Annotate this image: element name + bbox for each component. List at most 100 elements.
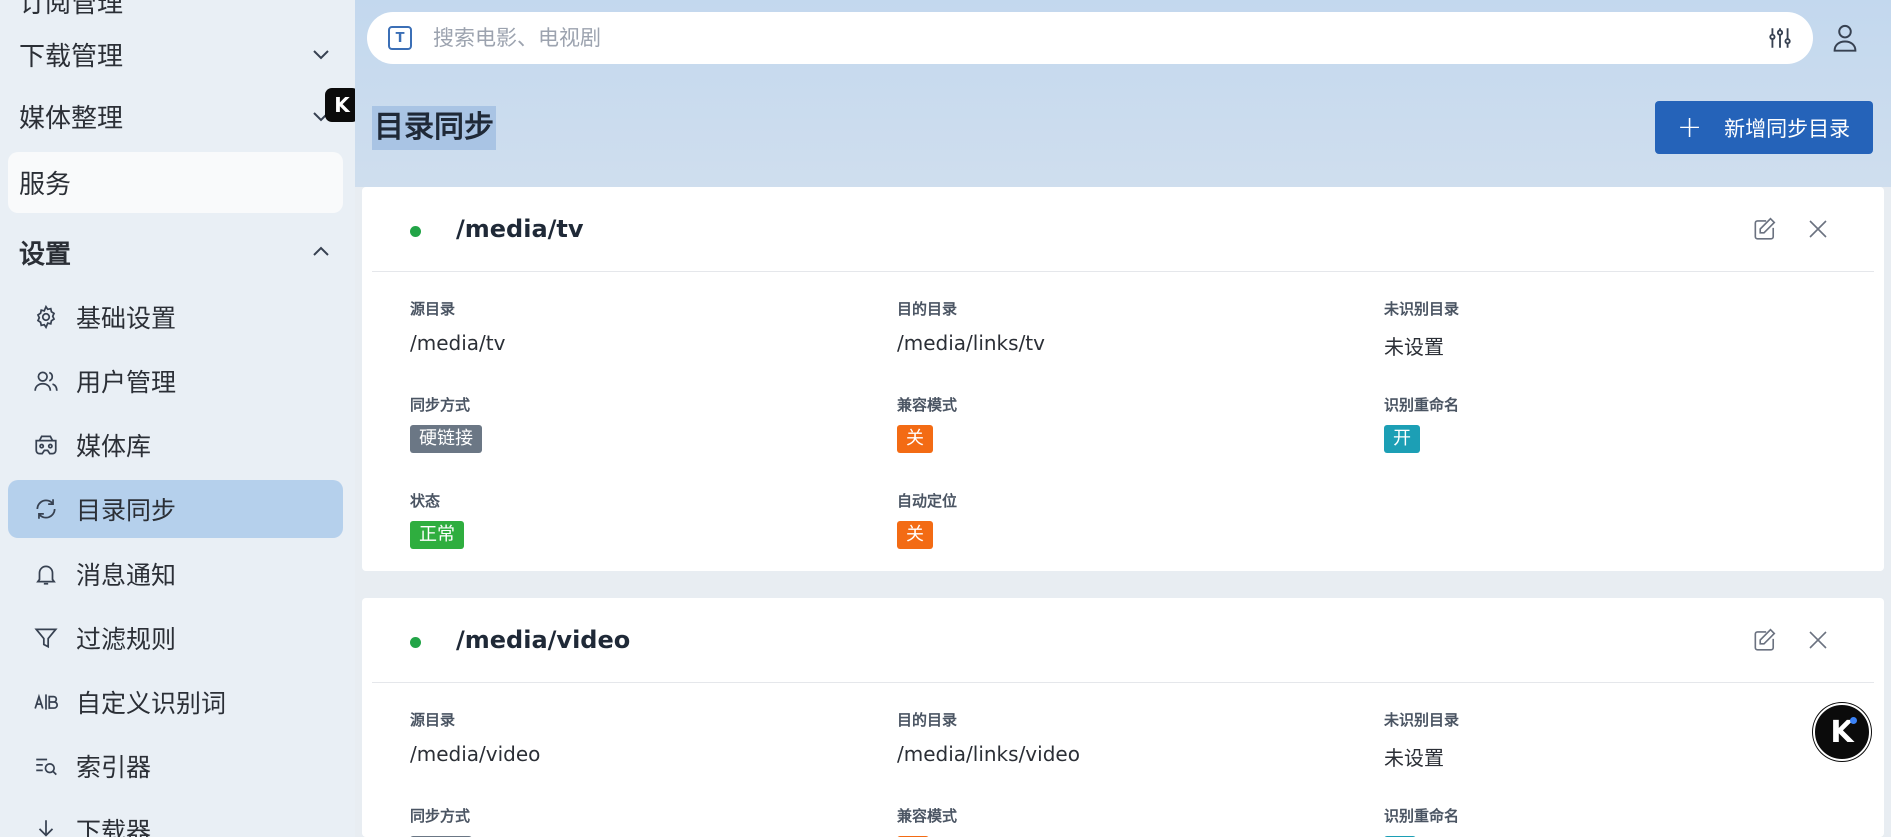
search-input[interactable] [433,20,1723,56]
sidebar-group-label: 设置 [19,239,72,270]
field-compat-mode: 兼容模式 [897,805,957,837]
status-chip: 正常 [410,521,464,549]
card-title-path: /media/tv [456,215,584,243]
field-target-dir: 目的目录 /media/links/tv [897,298,1045,355]
field-sync-mode: 同步方式 [410,805,472,837]
search-bar[interactable]: T [367,12,1813,64]
sidebar-item-label: 目录同步 [76,496,177,525]
sidebar-item-user-management[interactable]: 用户管理 [8,352,343,410]
field-rename: 识别重命名 [1384,805,1459,837]
field-label: 兼容模式 [897,396,958,414]
sidebar-item-filter-rules[interactable]: 过滤规则 [8,609,343,667]
card-title-path: /media/video [456,626,631,654]
sync-mode-chip: 硬链接 [410,425,482,453]
sidebar-item-basic-settings[interactable]: 基础设置 [8,288,343,346]
text-type-icon: T [388,26,412,50]
user-icon[interactable] [1831,23,1859,53]
close-icon[interactable] [1806,628,1830,652]
card-header: /media/video [372,598,1874,683]
field-label: 兼容模式 [897,807,958,825]
field-value: /media/tv [410,331,506,355]
chevron-up-icon [313,246,329,256]
field-label: 源目录 [410,711,456,729]
k-floating-button[interactable]: K [1813,703,1871,761]
sync-directory-card: /media/tv 源目录 /media/tv 目的目录 /media/link… [362,187,1884,571]
field-label: 目的目录 [897,300,958,318]
sidebar-item-downloaders[interactable]: 下载器 [8,801,343,837]
sidebar-item-indexers[interactable]: 索引器 [8,737,343,795]
field-value: /media/links/tv [897,331,1045,355]
card-header: /media/tv [372,187,1874,272]
field-label: 源目录 [410,300,456,318]
download-icon [32,816,60,837]
compat-mode-chip: 关 [897,425,933,453]
field-auto-locate: 自动定位 关 [897,490,957,549]
field-unknown-dir: 未识别目录 未设置 [1384,709,1459,771]
field-value: /media/video [410,742,541,766]
users-icon [32,367,60,395]
field-label: 同步方式 [410,807,471,825]
sidebar-group-downloads[interactable]: 下载管理 [0,30,355,78]
field-label: 识别重命名 [1384,396,1460,414]
filter-icon [32,624,60,652]
bell-icon [32,560,60,588]
close-icon[interactable] [1806,217,1830,241]
field-compat-mode: 兼容模式 关 [897,394,957,453]
gear-icon [32,303,60,331]
chevron-down-icon [313,50,329,60]
auto-locate-chip: 关 [897,521,933,549]
sidebar-group-label: 服务 [19,170,72,200]
sidebar-group-services[interactable]: 服务 [8,152,343,213]
field-unknown-dir: 未识别目录 未设置 [1384,298,1459,360]
field-value: /media/links/video [897,742,1080,766]
plus-icon: + [1677,109,1703,145]
field-status: 状态 正常 [410,490,464,549]
sidebar-group-media-organize[interactable]: 媒体整理 [0,92,355,140]
sidebar-item-label: 自定义识别词 [76,689,227,718]
ab-icon [32,688,60,716]
k-logo-badge[interactable]: K [325,88,359,122]
add-sync-directory-button[interactable]: + 新增同步目录 [1655,101,1873,154]
sidebar-item-label: 用户管理 [76,368,177,397]
sidebar-item-label: 消息通知 [76,561,177,590]
add-button-label: 新增同步目录 [1724,116,1851,141]
sidebar-item-notifications[interactable]: 消息通知 [8,545,343,603]
field-source-dir: 源目录 /media/tv [410,298,505,355]
field-label: 自动定位 [897,492,958,510]
field-value: 未设置 [1384,335,1444,359]
field-label: 同步方式 [410,396,471,414]
k-logo-letter: K [334,93,350,117]
field-label: 未识别目录 [1384,711,1460,729]
edit-icon[interactable] [1751,627,1777,653]
media-library-icon [32,431,60,459]
field-label: 目的目录 [897,711,958,729]
sidebar-item-label: 下载器 [76,817,152,837]
edit-icon[interactable] [1751,216,1777,242]
field-label: 识别重命名 [1384,807,1460,825]
sidebar-group-label: 媒体整理 [19,103,124,134]
sidebar-group-settings[interactable]: 设置 [0,226,355,278]
sidebar-item-label: 索引器 [76,753,152,782]
sidebar: 订阅管理 下载管理 媒体整理 服务 设置 基础设置 用户管理 媒体库 目录同步 … [0,0,355,837]
rename-chip: 开 [1384,425,1420,453]
sidebar-group-label: 订阅管理 [19,0,124,19]
sidebar-item-label: 媒体库 [76,432,152,461]
field-source-dir: 源目录 /media/video [410,709,540,766]
sync-directory-card: /media/video 源目录 /media/video 目的目录 /medi… [362,598,1884,837]
field-rename: 识别重命名 开 [1384,394,1459,453]
field-sync-mode: 同步方式 硬链接 [410,394,482,453]
sync-icon [32,495,60,523]
status-dot [410,226,421,237]
field-value: 未设置 [1384,746,1444,770]
indexer-icon [32,752,60,780]
filter-settings-icon[interactable] [1767,25,1793,51]
field-target-dir: 目的目录 /media/links/video [897,709,1080,766]
sidebar-item-media-library[interactable]: 媒体库 [8,416,343,474]
page-title: 目录同步 [372,106,496,150]
sidebar-item-directory-sync[interactable]: 目录同步 [8,480,343,538]
sidebar-group-subscriptions[interactable]: 订阅管理 [0,0,355,19]
notification-dot [1850,717,1857,724]
sidebar-item-custom-words[interactable]: 自定义识别词 [8,673,343,731]
field-label: 状态 [410,492,441,510]
sidebar-item-label: 过滤规则 [76,625,177,654]
